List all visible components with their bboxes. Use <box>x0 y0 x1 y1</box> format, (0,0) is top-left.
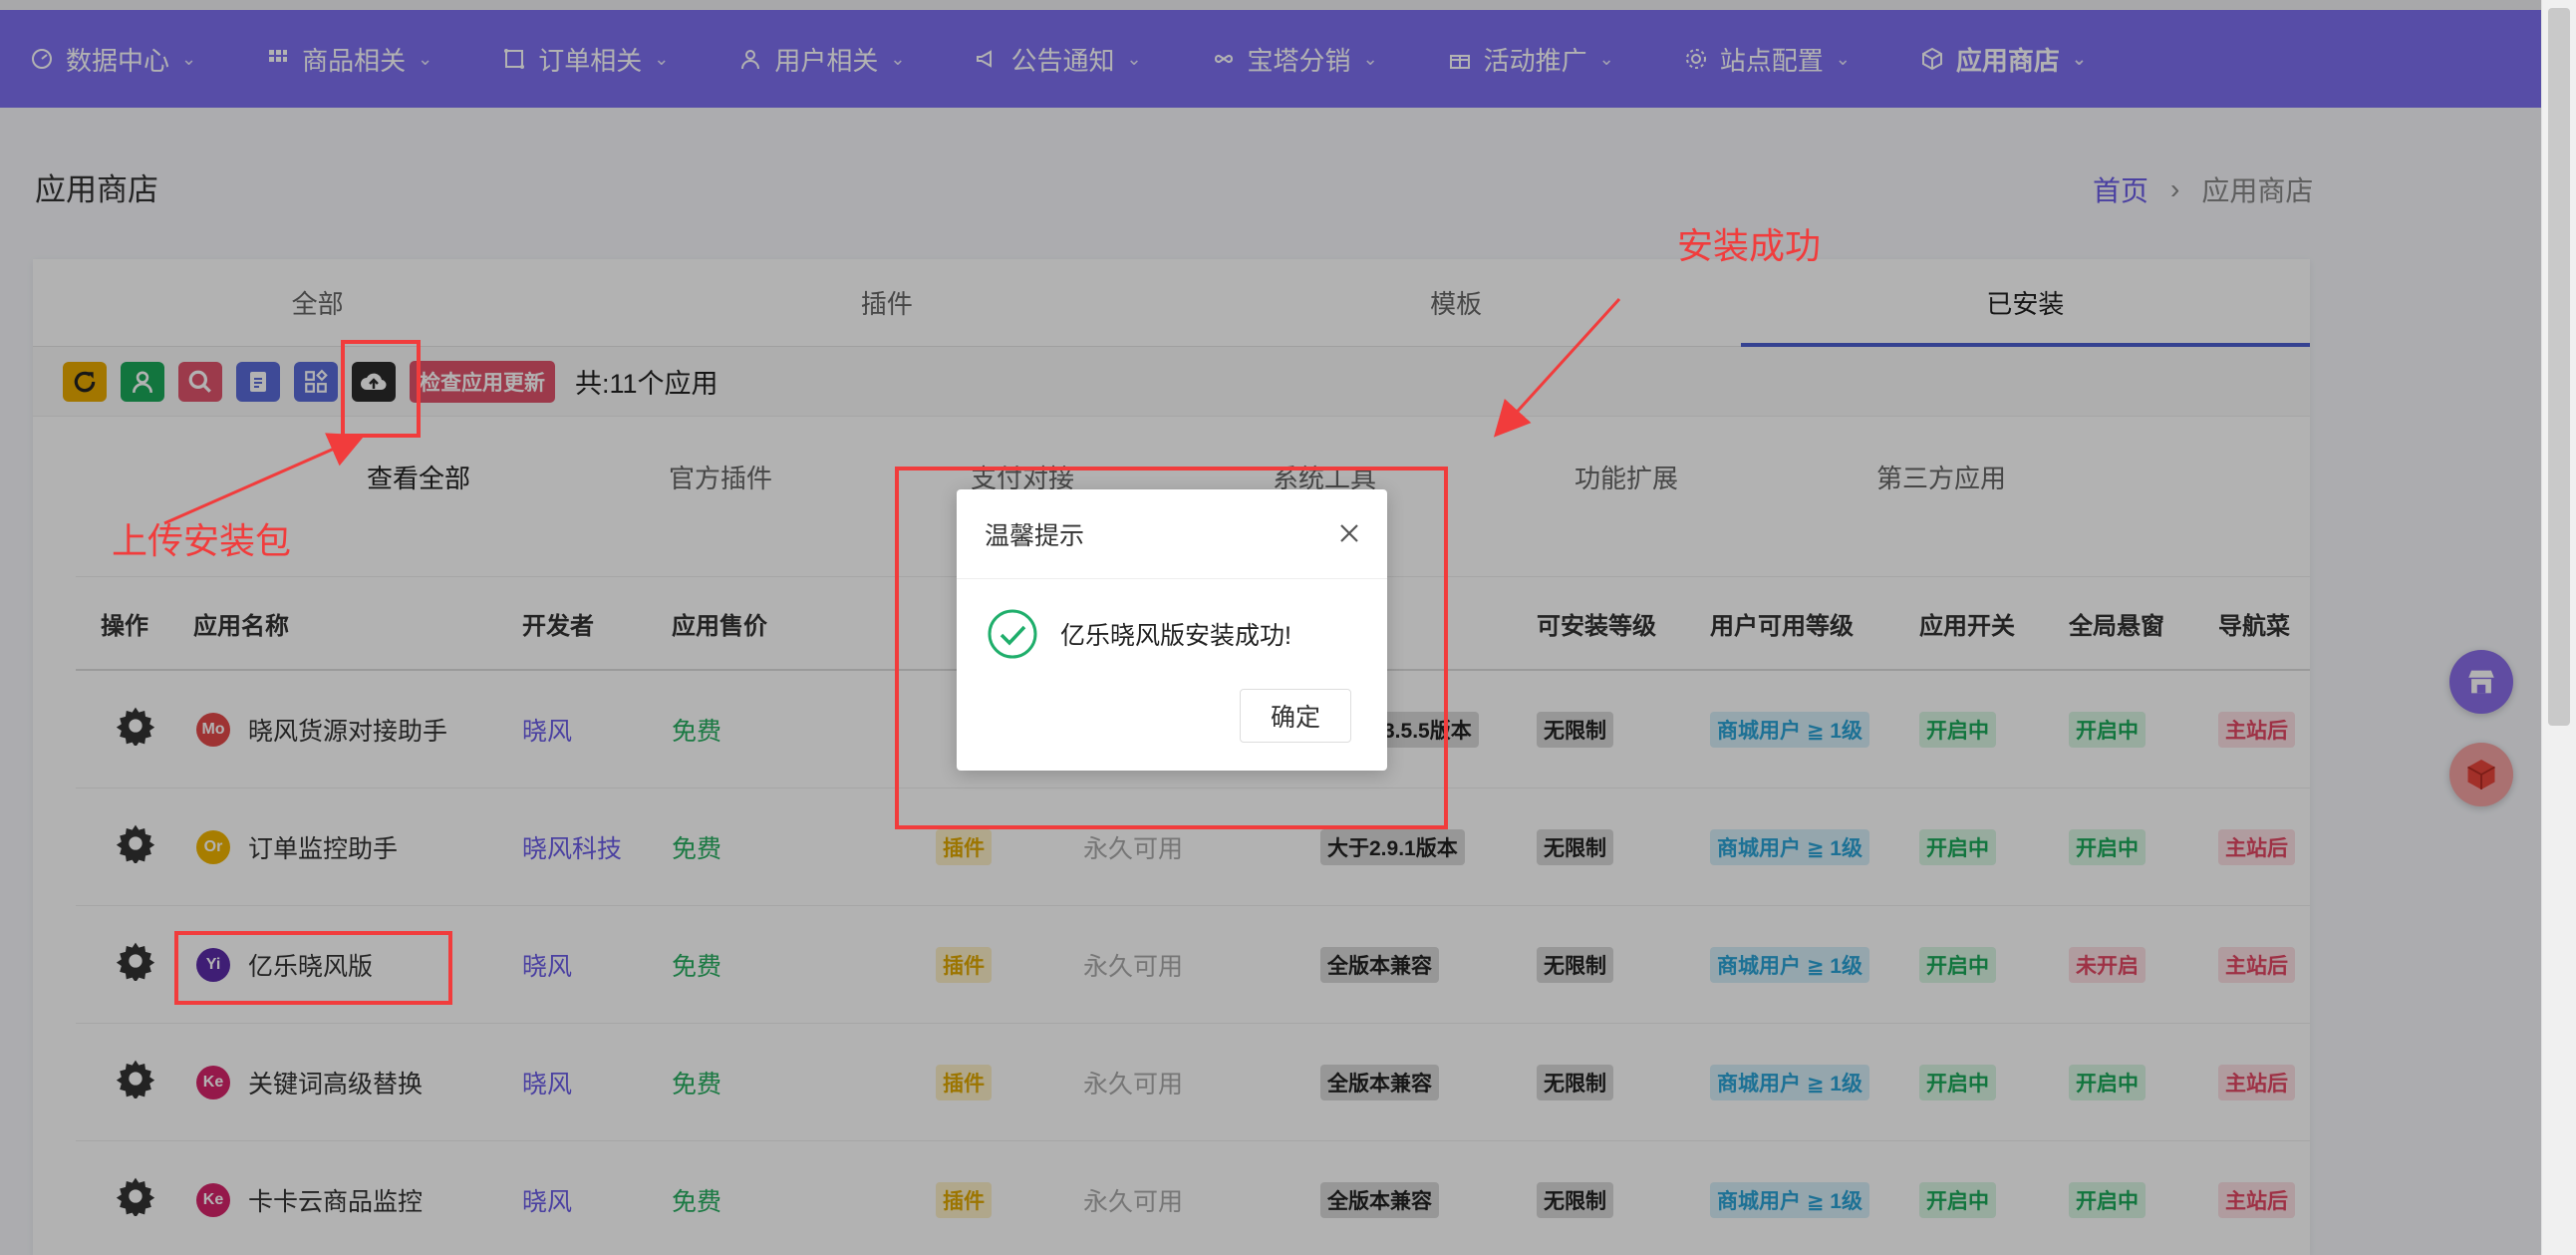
annotation-success-text: 安装成功 <box>1677 225 1822 266</box>
scrollbar-thumb[interactable] <box>2548 8 2570 726</box>
annotation-upload-text: 上传安装包 <box>112 520 292 561</box>
annotation-box-dialog <box>895 467 1448 829</box>
annotation-box-upload <box>341 340 421 438</box>
vertical-scrollbar[interactable] <box>2541 0 2576 1255</box>
annotation-box-app <box>174 931 452 1005</box>
